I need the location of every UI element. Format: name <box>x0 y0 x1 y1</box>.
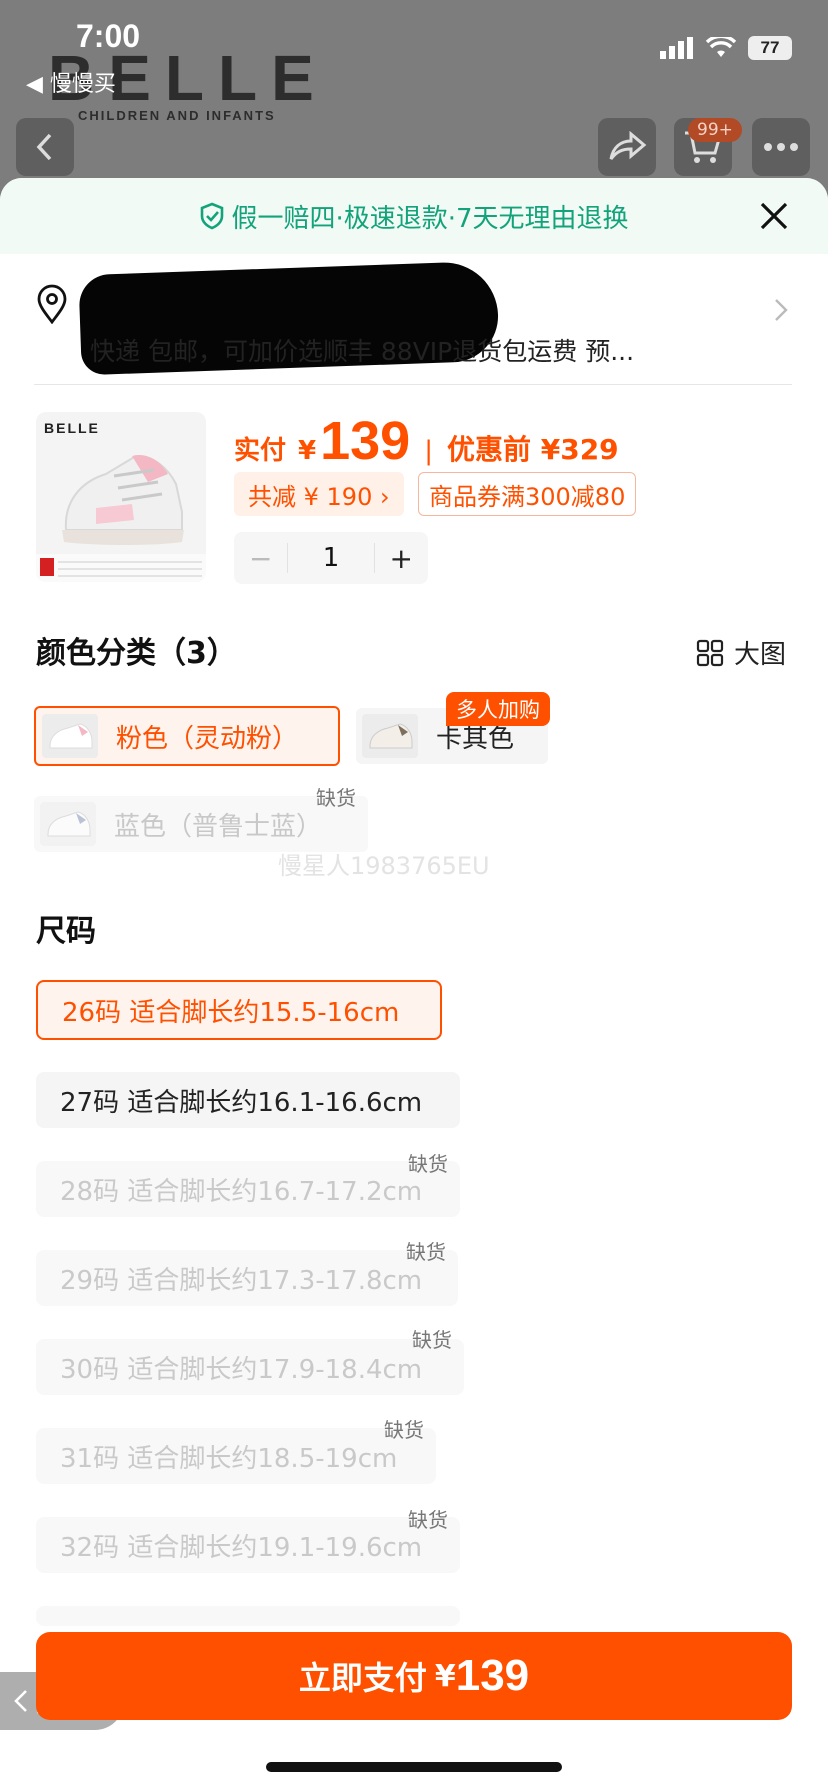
increase-button[interactable]: + <box>375 542 428 575</box>
wifi-icon <box>706 37 736 57</box>
share-icon <box>609 131 647 160</box>
color-option-label: 粉色（灵动粉） <box>116 723 299 754</box>
size-option-27[interactable]: 27码 适合脚长约16.1-16.6cm <box>36 1072 460 1128</box>
currency-symbol: ¥ <box>298 436 317 466</box>
out-of-stock-badge: 缺货 <box>384 1418 424 1442</box>
coupon-badge: 商品券满300减80 <box>418 472 637 516</box>
original-price: 优惠前 ¥329 <box>446 433 619 466</box>
size-section-title: 尺码 <box>36 914 96 949</box>
close-icon[interactable] <box>754 196 794 236</box>
price-row: 实付 ¥ 139 | 优惠前 ¥329 <box>234 410 619 472</box>
more-button[interactable] <box>752 118 810 176</box>
color-option-pink[interactable]: 粉色（灵动粉） <box>34 706 340 766</box>
cart-badge: 99+ <box>688 118 742 142</box>
out-of-stock-badge: 缺货 <box>316 786 356 810</box>
size-option-29[interactable]: 29码 适合脚长约17.3-17.8cm <box>36 1250 458 1306</box>
pay-now-currency: ¥ <box>434 1658 456 1694</box>
size-option-28[interactable]: 28码 适合脚长约16.7-17.2cm <box>36 1161 460 1217</box>
battery-icon: 77 <box>748 36 792 60</box>
grid-icon <box>696 639 724 666</box>
out-of-stock-badge: 缺货 <box>408 1508 448 1532</box>
big-image-label: 大图 <box>733 640 786 670</box>
quantity-value[interactable]: 1 <box>287 543 375 573</box>
chevron-left-icon <box>36 133 52 161</box>
total-discount-button[interactable]: 共减 ¥ 190 › <box>234 472 404 516</box>
size-option-32[interactable]: 32码 适合脚长约19.1-19.6cm <box>36 1517 460 1573</box>
quantity-stepper: − 1 + <box>234 532 428 584</box>
shoe-image <box>36 454 206 582</box>
color-thumb-pink <box>42 714 98 758</box>
pay-now-label: 立即支付 <box>298 1659 427 1697</box>
share-button[interactable] <box>598 118 656 176</box>
guarantee-text: 假一赔四·极速退款·7天无理由退换 <box>231 203 629 234</box>
location-pin-icon <box>37 284 67 324</box>
back-button[interactable] <box>16 118 74 176</box>
size-option-30[interactable]: 30码 适合脚长约17.9-18.4cm <box>36 1339 464 1395</box>
big-image-toggle[interactable]: 大图 <box>696 634 786 671</box>
status-time: 7:00 <box>76 18 141 54</box>
price-separator: | <box>424 436 433 466</box>
guarantee-bar: 假一赔四·极速退款·7天无理由退换 <box>0 178 828 254</box>
color-thumb-blue <box>40 802 96 846</box>
final-price: 139 <box>320 411 411 471</box>
out-of-stock-badge: 缺货 <box>408 1152 448 1176</box>
popular-tag: 多人加购 <box>446 692 550 726</box>
watermark-text: 慢星人1983765EU <box>278 852 490 880</box>
more-dots-icon <box>764 143 798 151</box>
decrease-button[interactable]: − <box>234 542 287 575</box>
chevron-right-icon <box>775 299 788 321</box>
sku-selection-sheet: 假一赔四·极速退款·7天无理由退换 李 快递 包邮，可加价选顺丰 88VIP退货… <box>0 178 828 1792</box>
color-section-title: 颜色分类（3） <box>36 636 237 671</box>
delivery-info: 快递 包邮，可加价选顺丰 88VIP退货包运费 预... <box>90 337 635 366</box>
product-thumbnail[interactable]: BELLE <box>36 412 206 582</box>
color-option-label: 蓝色（普鲁士蓝） <box>114 811 323 842</box>
home-indicator <box>266 1762 562 1772</box>
system-status-icons: 77 <box>660 36 792 60</box>
size-option-26[interactable]: 26码 适合脚长约15.5-16cm <box>36 980 442 1040</box>
size-option-31[interactable]: 31码 适合脚长约18.5-19cm <box>36 1428 436 1484</box>
out-of-stock-badge: 缺货 <box>412 1328 452 1352</box>
address-row[interactable]: 李 快递 包邮，可加价选顺丰 88VIP退货包运费 预... <box>0 254 828 376</box>
chevron-left-icon <box>14 1690 27 1712</box>
size-option-next[interactable] <box>36 1606 460 1626</box>
pay-now-button[interactable]: 立即支付 ¥ 139 <box>36 1632 792 1720</box>
color-thumb-khaki <box>362 714 418 758</box>
shield-check-icon <box>201 202 224 230</box>
signal-icon <box>660 37 693 59</box>
out-of-stock-badge: 缺货 <box>406 1240 446 1264</box>
divider <box>34 384 792 385</box>
pay-now-amount: 139 <box>455 1651 530 1700</box>
pay-label: 实付 <box>234 436 287 466</box>
back-to-app-link[interactable]: ◀ 慢慢买 <box>26 66 116 98</box>
